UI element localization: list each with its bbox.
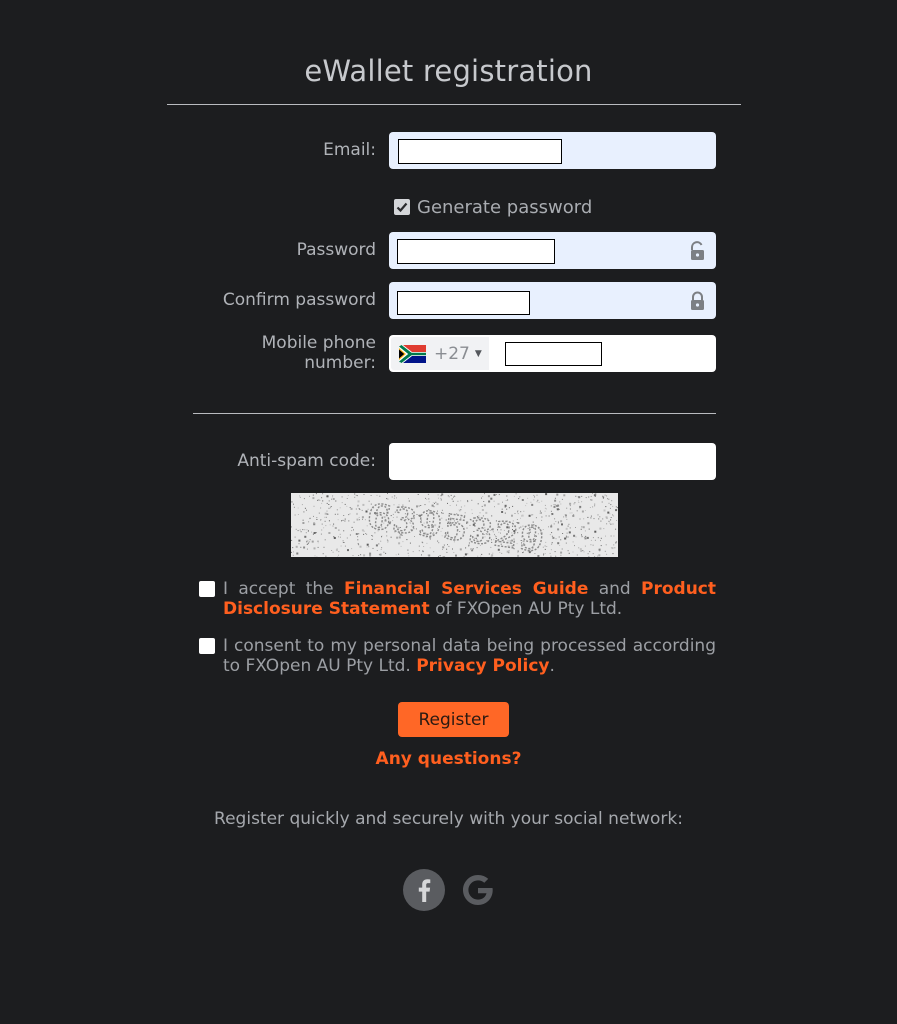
title-divider — [167, 104, 741, 105]
phone-field[interactable]: +27 ▼ — [389, 335, 716, 372]
terms-text: I accept the Financial Services Guide an… — [223, 579, 716, 619]
terms-prefix: I accept the — [223, 579, 344, 599]
password-field[interactable] — [389, 232, 716, 269]
phone-value — [505, 342, 602, 366]
antispam-input[interactable] — [389, 443, 716, 480]
registration-page: eWallet registration Email: Generate pas… — [0, 0, 897, 1024]
social-prompt: Register quickly and securely with your … — [214, 809, 683, 829]
facebook-icon[interactable] — [403, 869, 445, 911]
country-code-selector[interactable]: +27 ▼ — [391, 337, 489, 370]
terms-middle: and — [588, 579, 642, 599]
page-title: eWallet registration — [304, 54, 593, 88]
privacy-consent: I consent to my personal data being proc… — [199, 636, 716, 676]
confirm-password-label: Confirm password — [222, 290, 376, 310]
generate-password-label: Generate password — [417, 196, 593, 218]
privacy-policy-link[interactable]: Privacy Policy — [416, 656, 549, 676]
privacy-suffix: . — [549, 656, 555, 676]
lock-icon[interactable] — [689, 291, 706, 311]
privacy-checkbox[interactable] — [199, 638, 215, 654]
south-africa-flag-icon — [399, 344, 426, 363]
country-code: +27 — [434, 343, 470, 364]
caret-down-icon: ▼ — [474, 348, 482, 359]
password-value — [397, 239, 555, 264]
any-questions-link: Any questions? — [0, 749, 897, 769]
phone-label-line2: number: — [304, 353, 376, 373]
unlocked-icon[interactable] — [689, 241, 706, 261]
generate-password-checkbox[interactable] — [394, 199, 410, 215]
email-value — [398, 139, 562, 164]
terms-suffix: of FXOpen AU Pty Ltd. — [429, 599, 623, 619]
terms-checkbox[interactable] — [199, 581, 215, 597]
section-divider — [193, 413, 716, 414]
generate-password-option[interactable]: Generate password — [394, 195, 592, 219]
financial-services-guide-link[interactable]: Financial Services Guide — [344, 579, 588, 599]
register-button[interactable]: Register — [398, 702, 509, 737]
captcha-text-layer: 6395329 — [364, 496, 549, 557]
confirm-password-field[interactable] — [389, 282, 716, 319]
confirm-password-value — [397, 291, 530, 315]
phone-label: Mobile phone number: — [0, 333, 376, 373]
captcha-image: 6395329 — [291, 493, 618, 557]
checkmark-icon — [396, 202, 408, 213]
password-label: Password — [296, 240, 376, 260]
antispam-label: Anti-spam code: — [237, 451, 376, 471]
captcha-text: 6395329 — [365, 496, 548, 557]
phone-label-line1: Mobile phone — [261, 333, 376, 353]
any-questions-text[interactable]: Any questions? — [376, 749, 522, 769]
email-field[interactable] — [389, 132, 716, 169]
terms-consent: I accept the Financial Services Guide an… — [199, 579, 716, 619]
email-label: Email: — [323, 140, 376, 160]
google-icon[interactable] — [457, 869, 499, 911]
privacy-text: I consent to my personal data being proc… — [223, 636, 716, 676]
